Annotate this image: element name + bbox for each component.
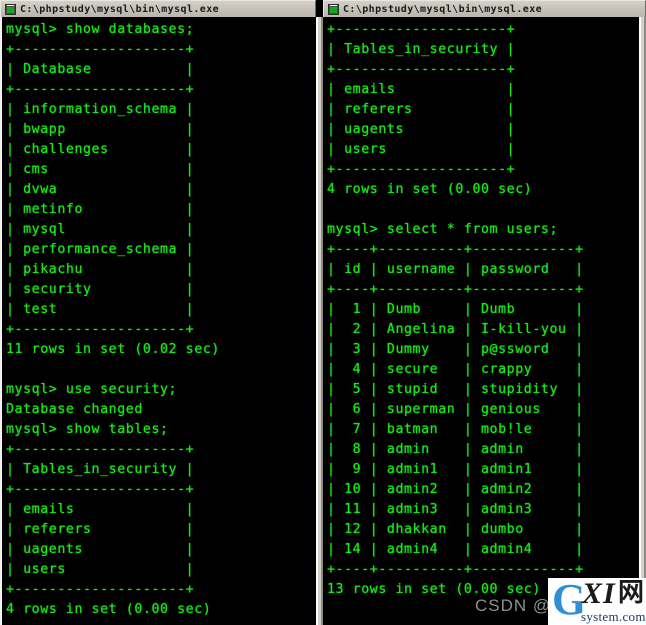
console-window-right[interactable]: C:\phpstudy\mysql\bin\mysql.exe +-------… bbox=[323, 0, 646, 625]
terminal-screen-right[interactable]: +--------------------+ | Tables_in_secur… bbox=[323, 17, 646, 625]
titlebar-left[interactable]: C:\phpstudy\mysql\bin\mysql.exe bbox=[0, 0, 316, 17]
console-window-icon bbox=[328, 3, 339, 15]
gxi-logo-subtitle: system.com bbox=[581, 609, 646, 624]
desktop: C:\phpstudy\mysql\bin\mysql.exe mysql> s… bbox=[0, 0, 646, 625]
window-title-left: C:\phpstudy\mysql\bin\mysql.exe bbox=[20, 3, 220, 15]
terminal-output-right: +--------------------+ | Tables_in_secur… bbox=[323, 17, 644, 600]
gxi-logo-xi: XI bbox=[582, 578, 616, 610]
window-title-right: C:\phpstudy\mysql\bin\mysql.exe bbox=[343, 3, 543, 15]
titlebar-right[interactable]: C:\phpstudy\mysql\bin\mysql.exe bbox=[323, 0, 646, 17]
window-border-left bbox=[316, 17, 323, 625]
console-window-icon bbox=[5, 3, 16, 15]
console-window-left[interactable]: C:\phpstudy\mysql\bin\mysql.exe mysql> s… bbox=[0, 0, 316, 625]
terminal-output-left: mysql> show databases; +----------------… bbox=[2, 17, 316, 620]
gxi-logo-cjk: 网 bbox=[618, 578, 645, 608]
window-border-right bbox=[639, 17, 646, 625]
terminal-screen-left[interactable]: mysql> show databases; +----------------… bbox=[0, 17, 316, 625]
gxi-watermark-logo: G XI 网 system.com bbox=[548, 578, 646, 625]
